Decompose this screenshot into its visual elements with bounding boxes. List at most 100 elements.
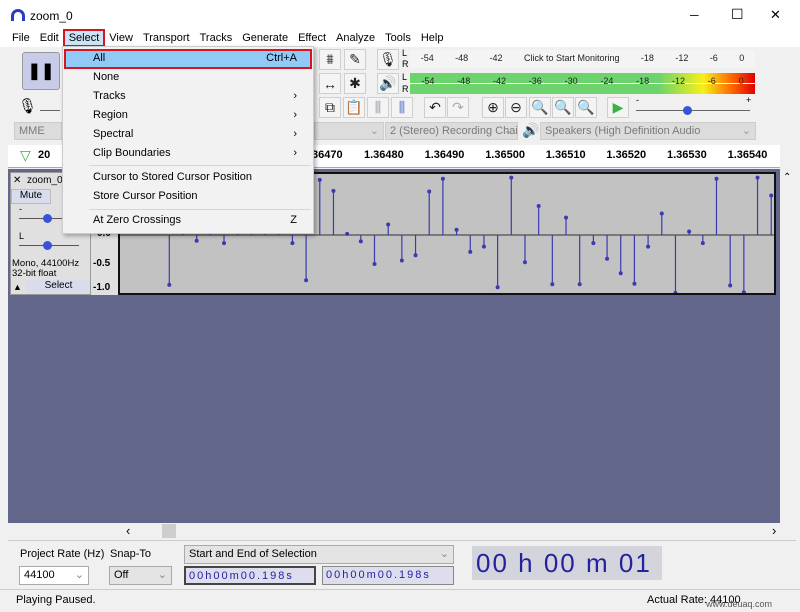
selection-start-time[interactable]: 00h00m00.198s — [184, 566, 316, 585]
sample-point — [728, 283, 733, 288]
chevron-down-icon: ⌄ — [369, 125, 379, 137]
fit-project-button[interactable]: 🔍 — [552, 97, 574, 118]
audio-position-time[interactable]: 00 h 00 m 01 s — [472, 546, 662, 609]
meter-tick-label: -54 — [420, 53, 434, 63]
project-rate-select[interactable]: 44100 ⌄ — [19, 566, 89, 585]
envelope-tool-button[interactable]: ⩩ — [319, 49, 341, 70]
menu-item-spectral[interactable]: Spectral › — [65, 126, 311, 144]
slider-thumb[interactable] — [43, 214, 52, 223]
menu-separator — [89, 209, 311, 210]
record-meter-button[interactable]: 🎙 — [377, 49, 399, 70]
menu-item-label: At Zero Crossings — [93, 214, 182, 226]
sample-stem — [646, 235, 651, 249]
shortcut-label: Ctrl+A — [266, 52, 297, 64]
time-shift-tool-button[interactable]: ↔ — [319, 73, 341, 94]
menu-item-tracks[interactable]: Tracks › — [65, 88, 311, 106]
menu-item-all[interactable]: All Ctrl+A — [64, 49, 312, 69]
snap-to-select[interactable]: Off ⌄ — [109, 566, 172, 585]
menu-generate[interactable]: Generate — [237, 30, 293, 46]
sample-point — [755, 175, 760, 180]
meter-l-label: L — [402, 72, 408, 82]
scroll-left-button[interactable]: ‹ — [126, 523, 130, 538]
sample-point — [167, 282, 172, 287]
mute-button[interactable]: Mute — [11, 189, 51, 204]
menu-view[interactable]: View — [104, 30, 138, 46]
sample-point — [577, 282, 582, 287]
menu-separator — [89, 165, 311, 166]
pan-slider[interactable] — [19, 241, 79, 250]
scroll-right-button[interactable]: › — [772, 523, 776, 538]
menu-item-none[interactable]: None — [65, 69, 311, 87]
track-close-button[interactable]: ✕ — [13, 175, 21, 186]
menu-item-region[interactable]: Region › — [65, 107, 311, 125]
ruler-label: 1.36480 — [364, 149, 404, 161]
minimize-button[interactable]: ─ — [690, 8, 699, 22]
menu-item-at-zero-crossings[interactable]: At Zero Crossings Z — [65, 212, 311, 230]
snap-to-value: Off — [114, 569, 129, 581]
sample-point — [495, 285, 500, 290]
zoom-toggle-button[interactable]: 🔍 — [575, 97, 597, 118]
selection-end-value: 00h00m00.198s — [326, 569, 431, 581]
multi-tool-button[interactable]: ✱ — [344, 73, 366, 94]
slider-thumb[interactable] — [43, 241, 52, 250]
track-select-button[interactable]: Select — [27, 280, 90, 294]
silence-button[interactable]: ⫼ — [391, 97, 413, 118]
draw-tool-button[interactable]: ✎ — [344, 49, 366, 70]
recording-channels-select[interactable]: 2 (Stereo) Recording Chai ⌄ — [385, 122, 518, 140]
meter-tick-label: -42 — [489, 53, 503, 63]
pause-button[interactable]: ❚❚ — [22, 52, 60, 90]
trim-button[interactable]: ⫼ — [367, 97, 389, 118]
audio-host-select[interactable]: MME — [14, 122, 62, 140]
playback-speed-slider[interactable] — [636, 106, 750, 115]
vertical-scrollbar[interactable]: ⌃ — [780, 169, 796, 523]
sample-point — [605, 256, 610, 261]
menu-item-store-cursor-position[interactable]: Store Cursor Position — [65, 188, 311, 206]
menu-tools[interactable]: Tools — [380, 30, 416, 46]
selection-mode-select[interactable]: Start and End of Selection ⌄ — [184, 545, 454, 564]
playback-device-select[interactable]: Speakers (High Definition Audio ⌄ — [540, 122, 756, 140]
snap-to-label: Snap-To — [110, 548, 151, 560]
ruler-label: 1.36520 — [606, 149, 647, 161]
record-meter[interactable]: -54 -48 -42 Click to Start Monitoring -18 -12… — [410, 50, 755, 68]
sample-point — [618, 271, 623, 276]
slider-thumb[interactable] — [683, 106, 693, 115]
menu-item-clip-boundaries[interactable]: Clip Boundaries › — [65, 145, 311, 163]
scroll-up-icon[interactable]: ⌃ — [783, 172, 791, 183]
menu-tracks[interactable]: Tracks — [195, 30, 238, 46]
zoom-out-button[interactable]: ⊖ — [505, 97, 527, 118]
play-at-speed-button[interactable]: ▶ — [607, 97, 629, 118]
recording-volume-slider[interactable] — [40, 110, 60, 111]
redo-button[interactable]: ↷ — [447, 97, 469, 118]
menu-file[interactable]: File — [7, 30, 35, 46]
menu-effect[interactable]: Effect — [293, 30, 331, 46]
scroll-thumb[interactable] — [162, 524, 176, 538]
menu-select[interactable]: Select — [62, 29, 106, 47]
menu-item-cursor-to-stored-cursor-position[interactable]: Cursor to Stored Cursor Position — [65, 169, 311, 187]
menu-item-label: Store Cursor Position — [93, 190, 198, 202]
close-button[interactable]: ✕ — [770, 7, 781, 23]
undo-button[interactable]: ↶ — [424, 97, 446, 118]
menu-transport[interactable]: Transport — [138, 30, 195, 46]
track-name-button[interactable]: zoom_0 — [27, 175, 63, 186]
menu-edit[interactable]: Edit — [35, 30, 64, 46]
recording-device-select[interactable]: ⌄ — [314, 122, 384, 140]
copy-button[interactable]: ⧉ — [319, 97, 341, 118]
ruler-label: 1.36510 — [545, 149, 586, 161]
silence-audio-icon: ⫼ — [398, 99, 406, 115]
zoom-in-button[interactable]: ⊕ — [482, 97, 504, 118]
maximize-button[interactable]: ☐ — [731, 6, 744, 23]
play-meter-button[interactable]: 🔊 — [377, 73, 399, 94]
menu-help[interactable]: Help — [416, 30, 449, 46]
play-head-triangle-icon[interactable]: ▽ — [20, 147, 31, 164]
fit-selection-button[interactable]: 🔍 — [529, 97, 551, 118]
title-bar: zoom_0 ─ ☐ ✕ — [0, 0, 800, 32]
selection-end-time[interactable]: 00h00m00.198s — [322, 566, 454, 585]
status-bar: Playing Paused. Actual Rate: 44100 www.d… — [0, 589, 800, 609]
ruler-label: 1.36490 — [424, 149, 465, 161]
sample-point — [304, 278, 309, 283]
horizontal-scrollbar[interactable]: ‹ › — [8, 523, 796, 539]
menu-analyze[interactable]: Analyze — [331, 30, 380, 46]
paste-button[interactable]: 📋 — [343, 97, 365, 118]
playback-meter[interactable]: -54 -48 -42 -36 -30 -24 -18 -12 -6 0 — [410, 73, 755, 94]
collapse-track-button[interactable]: ▲ — [13, 282, 22, 292]
